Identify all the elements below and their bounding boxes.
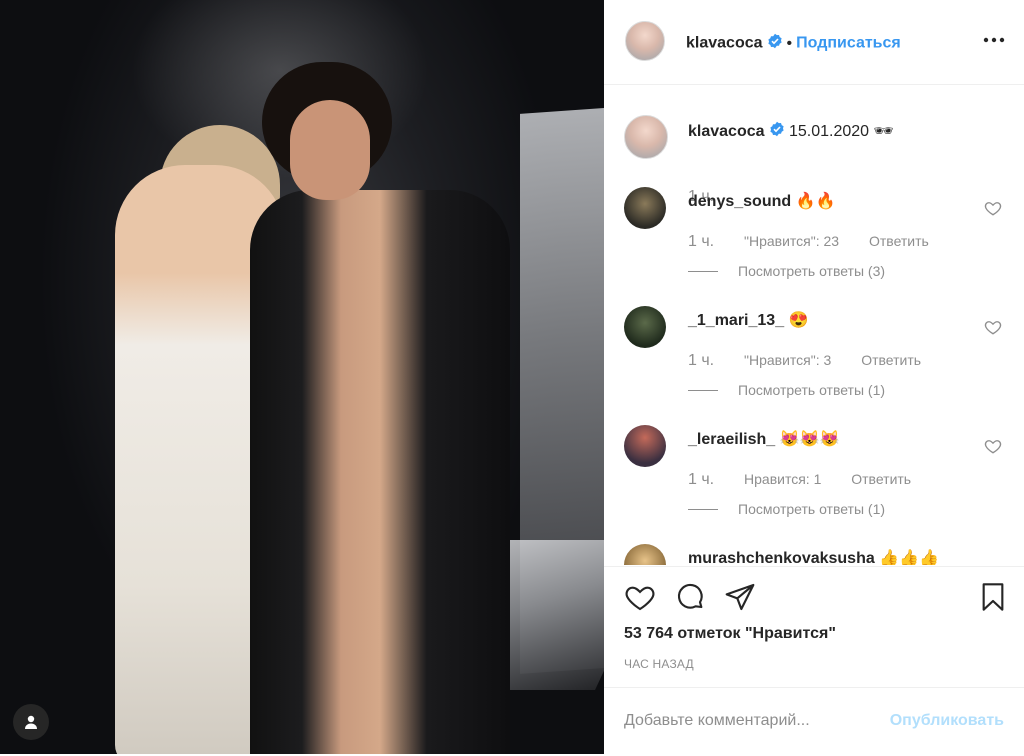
man-face: [290, 100, 370, 200]
comment-time[interactable]: 1 ч.: [688, 352, 714, 369]
comment-meta: 1 ч. Нравится: 1 Ответить: [688, 471, 937, 489]
comment-likes[interactable]: "Нравится": 23: [744, 233, 839, 249]
comment-text-line: _1_mari_13_ 😍: [688, 310, 808, 330]
view-replies-button[interactable]: Посмотреть ответы (1): [688, 382, 885, 398]
comment-time[interactable]: 1 ч.: [688, 471, 714, 488]
man-figure: [250, 190, 510, 754]
likes-count[interactable]: 53 764 отметок "Нравится": [624, 625, 836, 643]
comment-likes[interactable]: "Нравится": 3: [744, 352, 831, 368]
post-timestamp: ЧАС НАЗАД: [624, 657, 694, 671]
post-panel: klavacoca • Подписаться klavacoca 15.01.20…: [604, 0, 1024, 754]
commenter-avatar[interactable]: [624, 544, 666, 565]
comment-text-line: denys_sound 🔥🔥: [688, 191, 835, 211]
publish-button[interactable]: Опубликовать: [890, 712, 1004, 730]
comment-username[interactable]: murashchenkovaksusha: [688, 550, 875, 565]
replies-divider-line: [688, 270, 718, 272]
view-replies-button[interactable]: Посмотреть ответы (3): [688, 263, 885, 279]
comment-like-heart-icon[interactable]: [984, 199, 1004, 219]
commenter-avatar[interactable]: [624, 187, 666, 229]
view-replies-label: Посмотреть ответы (1): [738, 382, 886, 398]
caption-emoji: 🕶: [873, 123, 894, 140]
follow-button[interactable]: Подписаться: [796, 35, 901, 52]
verified-badge-icon: [769, 121, 785, 142]
separator-dot: •: [786, 34, 793, 52]
author-username[interactable]: klavacoca: [686, 35, 763, 52]
commenter-avatar[interactable]: [624, 306, 666, 348]
comment-text-line: murashchenkovaksusha 👍👍👍: [688, 548, 939, 565]
comment-meta: 1 ч. "Нравится": 23 Ответить: [688, 233, 955, 251]
comment-like-heart-icon[interactable]: [984, 318, 1004, 338]
reply-button[interactable]: Ответить: [851, 471, 911, 487]
comment-like-heart-icon[interactable]: [984, 437, 1004, 457]
share-plane-icon[interactable]: [724, 581, 756, 613]
reply-button[interactable]: Ответить: [861, 352, 921, 368]
commenter-avatar[interactable]: [624, 425, 666, 467]
replies-divider-line: [688, 508, 718, 510]
author-avatar[interactable]: [625, 21, 665, 61]
comments-list[interactable]: klavacoca 15.01.2020 🕶 1 ч. denys_sound …: [604, 85, 1024, 565]
comment-likes[interactable]: Нравится: 1: [744, 471, 821, 487]
view-replies-label: Посмотреть ответы (3): [738, 263, 886, 279]
comment-time[interactable]: 1 ч.: [688, 233, 714, 250]
comment-text: 😻😻😻: [779, 431, 840, 448]
comment-item: _leraeilish_ 😻😻😻 1 ч. Нравится: 1 Ответи…: [624, 423, 1014, 533]
add-comment-bar: Добавьте комментарий... Опубликовать: [604, 687, 1024, 756]
comment-item: denys_sound 🔥🔥 1 ч. "Нравится": 23 Ответ…: [624, 185, 1014, 295]
comment-text: 🔥🔥: [795, 193, 836, 210]
view-replies-label: Посмотреть ответы (1): [738, 501, 886, 517]
comment-input[interactable]: Добавьте комментарий...: [624, 712, 810, 730]
more-options-icon[interactable]: [982, 28, 1006, 52]
header-text: klavacoca • Подписаться: [686, 33, 901, 54]
like-heart-icon[interactable]: [624, 581, 656, 613]
view-replies-button[interactable]: Посмотреть ответы (1): [688, 501, 885, 517]
caption-avatar[interactable]: [624, 115, 668, 159]
post-header: klavacoca • Подписаться: [604, 0, 1024, 85]
replies-divider-line: [688, 389, 718, 391]
verified-badge-icon: [767, 33, 783, 54]
post-actions: 53 764 отметок "Нравится" ЧАС НАЗАД Доба…: [604, 566, 1024, 755]
reply-button[interactable]: Ответить: [869, 233, 929, 249]
caption-username[interactable]: klavacoca: [688, 123, 765, 140]
comment-text-line: _leraeilish_ 😻😻😻: [688, 429, 839, 449]
comment-username[interactable]: denys_sound: [688, 193, 791, 210]
comment-text: 👍👍👍: [879, 550, 939, 565]
comment-bubble-icon[interactable]: [674, 581, 706, 613]
caption-line: klavacoca 15.01.2020 🕶: [688, 121, 894, 142]
comment-item: murashchenkovaksusha 👍👍👍: [624, 542, 1014, 565]
post-photo[interactable]: [0, 0, 604, 754]
tagged-users-icon[interactable]: [13, 704, 49, 740]
bookmark-icon[interactable]: [977, 581, 1009, 613]
comment-username[interactable]: _1_mari_13_: [688, 312, 784, 329]
comment-text: 😍: [788, 312, 809, 329]
caption-date: 15.01.2020: [788, 123, 870, 140]
comment-item: _1_mari_13_ 😍 1 ч. "Нравится": 3 Ответит…: [624, 304, 1014, 414]
comment-username[interactable]: _leraeilish_: [688, 431, 775, 448]
comment-meta: 1 ч. "Нравится": 3 Ответить: [688, 352, 947, 370]
